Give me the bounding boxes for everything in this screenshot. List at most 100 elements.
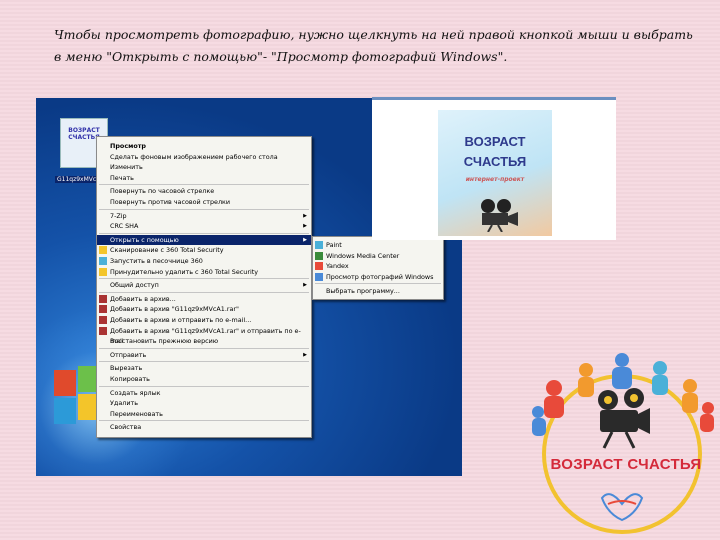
context-menu-item[interactable]: CRC SHA ▶ (97, 221, 311, 231)
context-menu-item[interactable]: Удалить (97, 398, 311, 408)
menu-separator (99, 278, 309, 280)
submenu-arrow-icon: ▶ (303, 212, 307, 219)
context-menu-item-label: Принудительно удалить с 360 Total Securi… (110, 267, 259, 276)
context-menu-item[interactable]: Переименовать (97, 409, 311, 419)
context-menu-item[interactable]: Добавить в архив... (97, 294, 311, 304)
context-menu-item[interactable]: Добавить в архив и отправить по e-mail..… (97, 315, 311, 325)
vozrast-schastya-logo (532, 353, 714, 534)
context-menu-item[interactable]: Создать ярлык (97, 388, 311, 398)
context-menu-item-label: Добавить в архив... (110, 294, 176, 303)
context-menu-item[interactable]: Принудительно удалить с 360 Total Securi… (97, 267, 311, 277)
submenu-item[interactable]: Просмотр фотографий Windows (313, 272, 443, 282)
submenu-item[interactable]: Выбрать программу... (313, 286, 443, 296)
context-menu-item-label: Повернуть по часовой стрелке (110, 187, 215, 196)
menu-item-icon (99, 326, 107, 335)
app-icon (315, 272, 323, 281)
submenu-item[interactable]: Windows Media Center (313, 251, 443, 261)
context-menu-item[interactable]: Изменить (97, 162, 311, 172)
movie-camera-icon (481, 199, 518, 232)
viewer-subtitle: интернет-проект (465, 176, 525, 183)
menu-separator (99, 208, 309, 210)
context-menu-item[interactable]: Сделать фоновым изображением рабочего ст… (97, 152, 311, 162)
submenu-arrow-icon: ▶ (303, 236, 307, 243)
context-menu-item-label: CRC SHA (110, 222, 139, 231)
context-menu-item-label: Сделать фоновым изображением рабочего ст… (110, 152, 278, 161)
viewer-title-line1: ВОЗРАСТ (464, 134, 526, 149)
submenu-item-label: Просмотр фотографий Windows (326, 272, 434, 281)
context-menu-item-label: Свойства (110, 423, 142, 432)
context-menu-item[interactable]: Копировать (97, 374, 311, 384)
menu-separator (99, 291, 309, 293)
context-menu-item[interactable]: Свойства (97, 422, 311, 432)
context-menu-item[interactable]: Восстановить прежнюю версию (97, 336, 311, 346)
submenu-arrow-icon: ▶ (303, 351, 307, 358)
context-menu-item-label: Удалить (110, 399, 138, 408)
menu-item-icon (99, 257, 107, 265)
submenu-item[interactable]: Paint (313, 240, 443, 250)
context-menu-item[interactable]: Запустить в песочнице 360 (97, 256, 311, 266)
context-menu-item[interactable]: Открыть с помощью ▶ (97, 234, 311, 245)
context-menu-item-label: Добавить в архив и отправить по e-mail..… (110, 316, 252, 324)
context-menu-item[interactable]: 7-Zip ▶ (97, 211, 311, 221)
context-menu-item-label: Изменить (110, 163, 143, 172)
viewer-title-line2: СЧАСТЬЯ (463, 154, 527, 169)
windows-logo-red-pane (54, 370, 76, 396)
context-menu-item-label: Копировать (110, 375, 150, 383)
menu-item-icon (99, 305, 107, 314)
submenu-item-label: Выбрать программу... (326, 287, 400, 296)
menu-separator (99, 361, 309, 363)
context-menu-item[interactable]: Сканирование с 360 Total Security (97, 245, 311, 255)
viewer-image: ВОЗРАСТ СЧАСТЬЯ интернет-проект (438, 110, 552, 236)
menu-item-icon (99, 246, 107, 255)
menu-item-icon (99, 294, 107, 303)
menu-separator (99, 184, 309, 186)
context-menu-item[interactable]: Печать (97, 173, 311, 183)
submenu-arrow-icon: ▶ (303, 223, 307, 230)
submenu-item-label: Windows Media Center (326, 251, 400, 260)
context-menu-item[interactable]: Добавить в архив "G11qz9xMVcA1.rar" (97, 304, 311, 314)
windows-logo-blue-pane (54, 398, 76, 424)
context-menu-item-label: Общий доступ (110, 281, 159, 290)
context-menu-item[interactable]: Общий доступ ▶ (97, 280, 311, 290)
menu-separator (99, 420, 309, 422)
movie-camera-icon (598, 388, 650, 449)
context-menu-item[interactable]: Вырезать (97, 363, 311, 373)
context-menu: Просмотр Сделать фоновым изображением раб… (96, 136, 312, 438)
app-icon (315, 241, 323, 249)
context-menu-item-label: Открыть с помощью (110, 235, 179, 244)
context-menu-item-label: Запустить в песочнице 360 (110, 257, 203, 265)
menu-separator (99, 232, 309, 234)
hands-icon (600, 493, 644, 522)
context-menu-item[interactable]: Повернуть против часовой стрелки (97, 197, 311, 207)
context-menu-item-label: Вырезать (110, 364, 143, 373)
open-with-submenu: Paint Windows Media Center Yandex Просмотр … (312, 236, 444, 300)
context-menu-item-label: Печать (110, 173, 134, 182)
menu-separator (315, 283, 441, 285)
submenu-item[interactable]: Yandex (313, 261, 443, 271)
context-menu-item-label: Сканирование с 360 Total Security (110, 246, 224, 255)
context-menu-item-label: Просмотр (110, 142, 146, 150)
menu-separator (99, 347, 309, 349)
context-menu-item-label: Переименовать (110, 409, 163, 418)
context-menu-item[interactable]: Добавить в архив "G11qz9xMVcA1.rar" и от… (97, 326, 311, 345)
submenu-arrow-icon: ▶ (303, 282, 307, 289)
context-menu-item-label: 7-Zip (110, 211, 127, 220)
context-menu-item-label: Отправить (110, 350, 147, 359)
app-icon (315, 251, 323, 260)
submenu-item-label: Paint (326, 241, 342, 249)
context-menu-item[interactable]: Повернуть по часовой стрелке (97, 186, 311, 196)
logo-text: ВОЗРАСТ СЧАСТЬЯ (550, 456, 702, 473)
menu-item-icon (99, 267, 107, 276)
context-menu-item-label: Добавить в архив "G11qz9xMVcA1.rar" (110, 305, 239, 314)
context-menu-item-label: Повернуть против часовой стрелки (110, 198, 231, 206)
context-menu-item[interactable]: Просмотр (97, 141, 311, 151)
submenu-item-label: Yandex (326, 262, 349, 271)
menu-item-icon (99, 316, 107, 324)
context-menu-item-label: Восстановить прежнюю версию (110, 337, 219, 346)
menu-separator (99, 385, 309, 387)
photo-viewer-screenshot: ВОЗРАСТ СЧАСТЬЯ интернет-проект (372, 97, 616, 240)
context-menu-item-label: Создать ярлык (110, 388, 161, 397)
app-icon (315, 262, 323, 271)
context-menu-item[interactable]: Отправить ▶ (97, 350, 311, 360)
instruction-caption: Чтобы просмотреть фотографию, нужно щелк… (54, 27, 693, 64)
